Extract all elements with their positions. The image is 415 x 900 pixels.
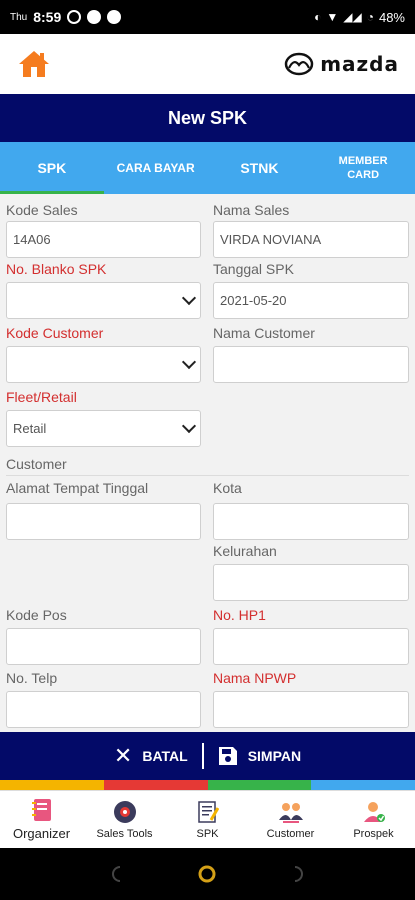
nama-sales-field[interactable]: VIRDA NOVIANA: [213, 221, 409, 258]
cancel-label: BATAL: [142, 748, 188, 764]
alamat-field[interactable]: [6, 503, 201, 540]
kode-sales-value: 14A06: [13, 232, 51, 247]
nav-customer-label: Customer: [266, 827, 315, 840]
nav-customer[interactable]: Customer: [249, 791, 332, 848]
chevron-down-icon: [181, 418, 197, 434]
whatsapp-notification-icon: [67, 10, 82, 24]
status-time: 8:59: [33, 9, 62, 25]
fleet-retail-select[interactable]: Retail: [6, 410, 201, 447]
organizer-icon: [29, 798, 55, 822]
kota-label: Kota: [213, 480, 242, 496]
nama-sales-value: VIRDA NOVIANA: [220, 232, 322, 247]
tab-member-card[interactable]: MEMBER CARD: [311, 142, 415, 194]
brand-name: mazda: [320, 52, 399, 76]
tab-cara-bayar[interactable]: CARA BAYAR: [104, 142, 208, 194]
strip-blue: [311, 780, 415, 790]
vibrate-icon: ◐: [314, 10, 322, 24]
back-icon[interactable]: [106, 864, 126, 884]
kode-customer-select[interactable]: [6, 346, 201, 383]
color-strip: [0, 780, 415, 790]
bottom-navigation: Organizer Sales Tools SPK Customer Prosp…: [0, 790, 415, 848]
nama-customer-label: Nama Customer: [213, 325, 315, 341]
no-blanko-spk-select[interactable]: [6, 282, 201, 319]
kota-field[interactable]: [213, 503, 409, 540]
sales-tools-icon: [112, 800, 138, 824]
nama-npwp-label: Nama NPWP: [213, 670, 297, 686]
no-telp-field[interactable]: [6, 691, 201, 728]
kode-sales-field[interactable]: 14A06: [6, 221, 201, 258]
no-hp1-field[interactable]: [213, 628, 409, 665]
system-navigation-bar: [0, 848, 415, 900]
prospek-icon: [361, 800, 387, 824]
nav-prospek-label: Prospek: [353, 827, 394, 840]
status-day: Thu: [10, 11, 28, 23]
fleet-retail-value: Retail: [13, 421, 47, 436]
app-header: mazda: [0, 34, 415, 94]
nama-customer-field[interactable]: [213, 346, 409, 383]
tab-member-card-label: MEMBER CARD: [338, 155, 388, 181]
spk-form: Kode Sales Nama Sales 14A06 VIRDA NOVIAN…: [0, 194, 415, 732]
kode-sales-label: Kode Sales: [6, 202, 78, 218]
no-blanko-spk-label: No. Blanko SPK: [6, 261, 107, 277]
strip-green: [207, 780, 312, 790]
strip-yellow: [0, 780, 104, 790]
tanggal-spk-value: 2021-05-20: [220, 293, 287, 308]
nav-sales-tools[interactable]: Sales Tools: [83, 791, 166, 848]
notification-dot-icon: [107, 10, 122, 24]
notification-dot-icon: [87, 10, 102, 24]
section-divider: [6, 475, 409, 476]
nav-organizer[interactable]: Organizer: [0, 791, 83, 848]
nav-spk-label: SPK: [196, 827, 219, 840]
nama-npwp-field[interactable]: [213, 691, 409, 728]
fleet-retail-label: Fleet/Retail: [6, 389, 77, 405]
kelurahan-label: Kelurahan: [213, 543, 277, 559]
customer-section-label: Customer: [6, 456, 67, 472]
battery-icon: ◔: [366, 10, 374, 24]
no-hp1-label: No. HP1: [213, 607, 266, 623]
nav-sales-tools-label: Sales Tools: [96, 827, 153, 840]
nav-prospek[interactable]: Prospek: [332, 791, 415, 848]
cancel-button[interactable]: ✕ BATAL: [100, 745, 202, 767]
tanggal-spk-label: Tanggal SPK: [213, 261, 294, 277]
status-bar: Thu 8:59 ◐ ▼ ◢◢ ◔ 48%: [0, 0, 415, 34]
tanggal-spk-field[interactable]: 2021-05-20: [213, 282, 409, 319]
battery-percentage: 48%: [378, 9, 405, 25]
save-icon: [218, 747, 237, 765]
wifi-icon: ▼: [326, 10, 339, 24]
chevron-down-icon: [181, 354, 197, 370]
save-button[interactable]: SIMPAN: [204, 746, 315, 766]
mazda-emblem-icon: [284, 52, 314, 76]
nama-sales-label: Nama Sales: [213, 202, 290, 218]
spk-icon: [195, 800, 221, 824]
tab-spk[interactable]: SPK: [0, 142, 104, 194]
save-label: SIMPAN: [247, 748, 302, 764]
page-title: New SPK: [167, 107, 248, 128]
customer-icon: [278, 800, 304, 824]
signal-icon: ◢◢: [343, 10, 362, 24]
home-icon: [19, 51, 49, 77]
kode-customer-label: Kode Customer: [6, 325, 104, 341]
action-bar: ✕ BATAL SIMPAN: [0, 732, 415, 780]
recents-icon[interactable]: [289, 864, 309, 884]
nav-organizer-label: Organizer: [12, 826, 71, 841]
mazda-logo: mazda: [284, 52, 399, 76]
tab-stnk[interactable]: STNK: [208, 142, 312, 194]
home-button[interactable]: [16, 46, 52, 82]
strip-red: [103, 780, 208, 790]
nav-spk[interactable]: SPK: [166, 791, 249, 848]
kode-pos-field[interactable]: [6, 628, 201, 665]
home-circle-icon[interactable]: [197, 864, 217, 884]
chevron-down-icon: [181, 290, 197, 306]
close-icon: ✕: [113, 743, 133, 768]
tab-bar: SPK CARA BAYAR STNK MEMBER CARD: [0, 142, 415, 194]
no-telp-label: No. Telp: [6, 670, 58, 686]
kode-pos-label: Kode Pos: [6, 607, 67, 623]
alamat-label: Alamat Tempat Tinggal: [6, 480, 149, 496]
page-title-bar: New SPK: [0, 94, 415, 142]
kelurahan-field[interactable]: [213, 564, 409, 601]
